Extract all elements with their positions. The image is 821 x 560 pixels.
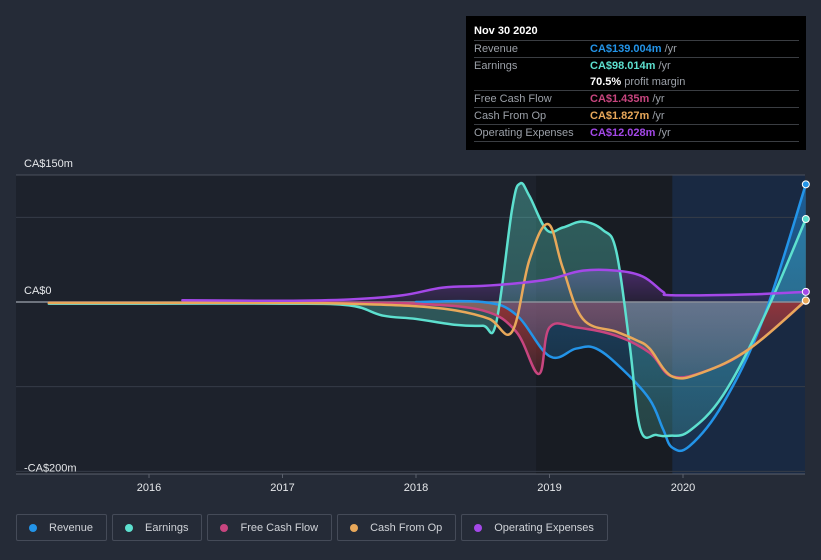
tooltip-unit: /yr: [652, 110, 665, 122]
legend-label: Free Cash Flow: [240, 521, 319, 534]
legend-dot-icon: [474, 523, 483, 532]
tooltip-unit: /yr: [658, 127, 671, 139]
legend: Revenue Earnings Free Cash Flow Cash From O…: [16, 514, 608, 541]
legend-item-operating-expenses[interactable]: Operating Expenses: [461, 514, 608, 541]
operating-expenses-endpoint: [801, 287, 810, 296]
earnings-endpoint: [801, 215, 810, 224]
legend-label: Revenue: [49, 521, 94, 534]
tooltip-row: Revenue CA$139.004m/yr: [474, 41, 799, 58]
tooltip-value: CA$139.004m: [590, 43, 662, 55]
tooltip-rows: Revenue CA$139.004m/yr Earnings CA$98.014m /…: [474, 41, 799, 142]
legend-item-earnings[interactable]: Earnings: [112, 514, 203, 541]
x-tick-label: 2020: [671, 482, 695, 494]
x-tick-label: 2018: [404, 482, 428, 494]
tooltip: Nov 30 2020 Revenue CA$139.004m/yr Earning…: [466, 16, 806, 150]
cash-from-op-endpoint: [801, 296, 810, 305]
tooltip-label: Free Cash Flow: [474, 93, 552, 105]
legend-label: Operating Expenses: [494, 521, 594, 534]
legend-item-cash-from-op[interactable]: Cash From Op: [337, 514, 457, 541]
tooltip-row: Operating Expenses CA$12.028m/yr: [474, 125, 799, 142]
x-axis: 2016 2017 2018 2019 2020: [16, 473, 805, 494]
tooltip-unit: /yr: [664, 43, 677, 55]
tooltip-label: Revenue: [474, 43, 519, 55]
tooltip-row: 70.5% profit margin: [474, 74, 799, 91]
legend-label: Cash From Op: [370, 521, 443, 534]
tooltip-row: Free Cash Flow CA$1.435m/yr: [474, 91, 799, 108]
tooltip-label: Cash From Op: [474, 110, 547, 122]
tooltip-value: CA$1.827m: [590, 110, 650, 122]
legend-dot-icon: [29, 523, 37, 532]
tooltip-row: Earnings CA$98.014m/yr: [474, 58, 799, 74]
legend-dot-icon: [350, 523, 359, 532]
tooltip-label: [474, 74, 590, 90]
x-tick-label: 2016: [137, 482, 161, 494]
tooltip-value: CA$98.014m: [590, 60, 656, 72]
x-tick-label: 2019: [537, 482, 561, 494]
legend-dot-icon: [220, 523, 229, 532]
legend-dot-icon: [125, 523, 134, 532]
y-tick-label: -CA$200m: [24, 462, 77, 474]
legend-item-free-cash-flow[interactable]: Free Cash Flow: [207, 514, 333, 541]
revenue-endpoint: [801, 180, 810, 189]
tooltip-value: CA$1.435m: [590, 93, 650, 105]
tooltip-date: Nov 30 2020: [474, 23, 799, 41]
tooltip-unit: /yr: [652, 93, 665, 105]
tooltip-label: Earnings: [474, 60, 518, 72]
y-tick-label: CA$0: [24, 285, 52, 297]
legend-item-revenue[interactable]: Revenue: [16, 514, 108, 541]
y-tick-label: CA$150m: [24, 158, 73, 170]
tooltip-row: Cash From Op CA$1.827m/yr: [474, 108, 799, 125]
tooltip-value: CA$12.028m: [590, 127, 656, 139]
tooltip-label: Operating Expenses: [474, 127, 574, 139]
tooltip-unit: profit margin: [624, 76, 686, 88]
x-tick-label: 2017: [270, 482, 294, 494]
tooltip-value: 70.5%: [590, 76, 622, 88]
tooltip-unit: /yr: [658, 60, 671, 72]
legend-label: Earnings: [145, 521, 189, 534]
